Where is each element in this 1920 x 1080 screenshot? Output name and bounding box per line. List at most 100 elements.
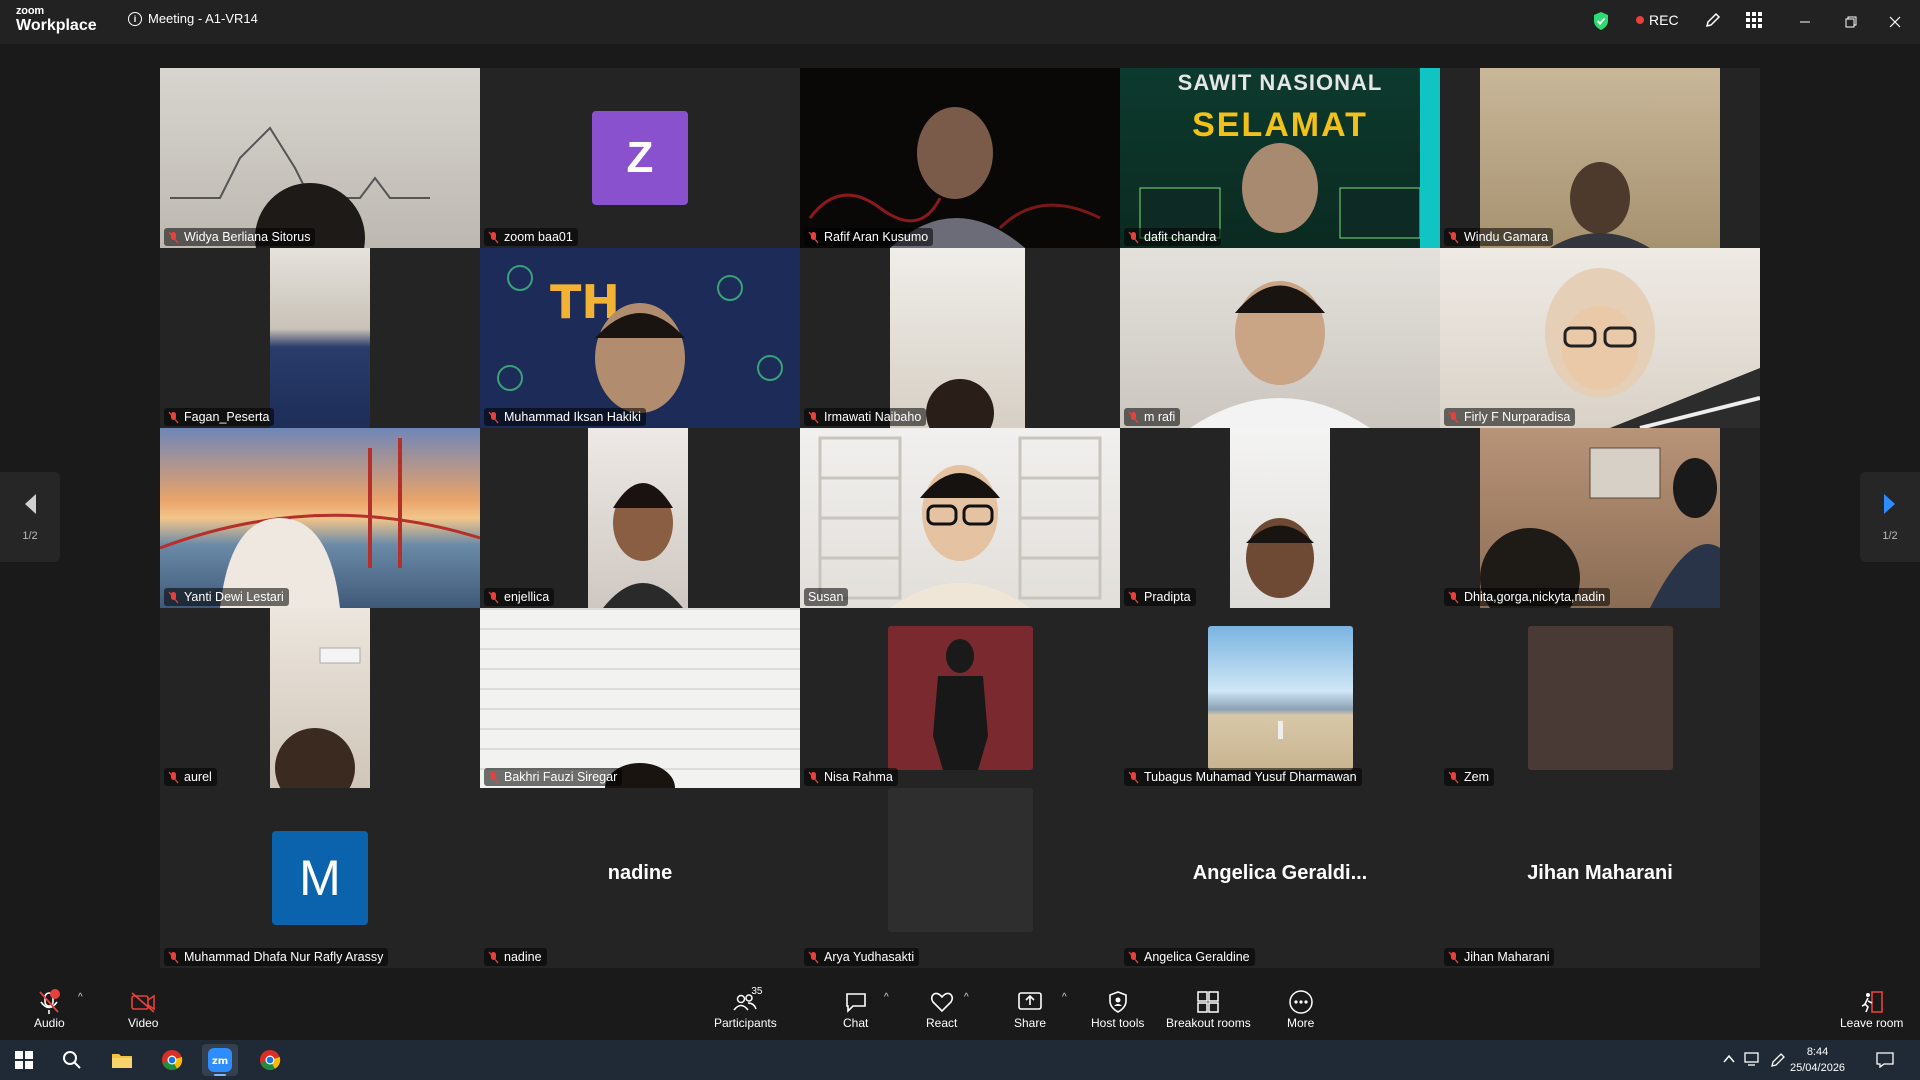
search-button[interactable] bbox=[54, 1044, 90, 1076]
participant-tile[interactable]: Pradipta bbox=[1120, 428, 1440, 608]
participant-name-label: Windu Gamara bbox=[1444, 228, 1554, 246]
participant-name-label: Arya Yudhasakti bbox=[804, 948, 920, 966]
notifications-icon[interactable] bbox=[1876, 1052, 1894, 1073]
video-feed bbox=[480, 608, 800, 788]
participant-tile[interactable]: Yanti Dewi Lestari bbox=[160, 428, 480, 608]
leave-room-button[interactable]: Leave room bbox=[1840, 988, 1903, 1030]
participant-tile[interactable]: Irmawati Naibaho bbox=[800, 248, 1120, 428]
mic-muted-icon bbox=[808, 951, 819, 964]
participant-tile[interactable]: nadine nadine bbox=[480, 788, 800, 968]
participant-tile[interactable]: aurel bbox=[160, 608, 480, 788]
participant-name-label: Widya Berliana Sitorus bbox=[164, 228, 316, 246]
participant-name-label: dafit chandra bbox=[1124, 228, 1222, 246]
mic-muted-icon bbox=[1448, 951, 1459, 964]
participant-name-label: Muhammad Dhafa Nur Rafly Arassy bbox=[164, 948, 389, 966]
audio-options-caret-icon[interactable]: ^ bbox=[78, 992, 83, 1003]
video-feed bbox=[1480, 68, 1720, 248]
participant-tile[interactable]: Arya Yudhasakti bbox=[800, 788, 1120, 968]
video-feed bbox=[270, 608, 370, 788]
security-shield-icon[interactable] bbox=[1592, 11, 1610, 36]
participant-tile[interactable]: Z zoom baa01 bbox=[480, 68, 800, 248]
participant-avatar: Z bbox=[592, 111, 688, 205]
mic-muted-icon bbox=[1448, 231, 1459, 244]
audio-button[interactable]: Audio bbox=[34, 988, 65, 1030]
brand-top: zoom bbox=[16, 5, 44, 17]
participant-tile-active-speaker[interactable]: Susan bbox=[800, 428, 1120, 608]
participant-tile[interactable]: Firly F Nurparadisa bbox=[1440, 248, 1760, 428]
participant-tile[interactable]: Jihan Maharani Jihan Maharani bbox=[1440, 788, 1760, 968]
network-icon[interactable] bbox=[1744, 1052, 1762, 1071]
mic-muted-icon bbox=[1128, 771, 1139, 784]
restore-button[interactable] bbox=[1836, 8, 1866, 36]
share-options-caret-icon[interactable]: ^ bbox=[1062, 992, 1067, 1003]
rec-dot-icon bbox=[1636, 16, 1644, 24]
react-options-caret-icon[interactable]: ^ bbox=[964, 992, 969, 1003]
previous-page-button[interactable]: 1/2 bbox=[0, 472, 60, 562]
annotate-pencil-icon[interactable] bbox=[1704, 11, 1722, 34]
clock-time: 8:44 bbox=[1806, 1046, 1829, 1058]
next-page-button[interactable]: 1/2 bbox=[1860, 472, 1920, 562]
participant-tile[interactable]: Nisa Rahma bbox=[800, 608, 1120, 788]
participant-tile[interactable]: Rafif Aran Kusumo bbox=[800, 68, 1120, 248]
mic-muted-icon bbox=[168, 591, 179, 604]
chrome-profile-button[interactable] bbox=[252, 1044, 288, 1076]
mic-muted-icon bbox=[488, 951, 499, 964]
participant-name-label: Firly F Nurparadisa bbox=[1444, 408, 1576, 426]
participant-tile[interactable]: Angelica Geraldi... Angelica Geraldine bbox=[1120, 788, 1440, 968]
apps-grid-icon[interactable] bbox=[1746, 12, 1762, 33]
participant-name-label: Yanti Dewi Lestari bbox=[164, 588, 289, 606]
tray-overflow-chevron-icon[interactable] bbox=[1722, 1052, 1736, 1071]
participant-tile[interactable]: m rafi bbox=[1120, 248, 1440, 428]
video-feed bbox=[800, 428, 1120, 608]
profile-picture bbox=[1208, 626, 1353, 770]
video-feed bbox=[890, 248, 1025, 428]
participants-count: 35 bbox=[751, 986, 763, 997]
more-button[interactable]: More bbox=[1287, 988, 1314, 1030]
mic-muted-icon bbox=[1448, 411, 1459, 424]
participant-tile[interactable]: Tubagus Muhamad Yusuf Dharmawan bbox=[1120, 608, 1440, 788]
participant-name-label: Zem bbox=[1444, 768, 1494, 786]
more-dots-icon bbox=[1288, 988, 1314, 1016]
taskbar-clock[interactable]: 8:44 25/04/2026 bbox=[1790, 1044, 1845, 1076]
participant-tile[interactable]: enjellica bbox=[480, 428, 800, 608]
participant-tile[interactable]: TH Muhammad Iksan Hakiki bbox=[480, 248, 800, 428]
participant-tile[interactable]: Bakhri Fauzi Siregar bbox=[480, 608, 800, 788]
mic-muted-icon bbox=[1128, 411, 1139, 424]
breakout-rooms-button[interactable]: Breakout rooms bbox=[1166, 988, 1251, 1030]
mic-muted-icon bbox=[488, 771, 499, 784]
share-button[interactable]: Share bbox=[1014, 988, 1046, 1030]
participant-tile[interactable]: Fagan_Peserta bbox=[160, 248, 480, 428]
video-button[interactable]: Video bbox=[128, 988, 158, 1030]
video-off-icon bbox=[130, 988, 156, 1016]
participant-name-label: aurel bbox=[164, 768, 217, 786]
chrome-icon bbox=[162, 1050, 183, 1070]
mic-muted-icon bbox=[168, 411, 179, 424]
participant-name-label: Susan bbox=[804, 588, 849, 606]
close-button[interactable] bbox=[1880, 8, 1910, 36]
zoom-app-icon: zm bbox=[208, 1048, 232, 1072]
chat-options-caret-icon[interactable]: ^ bbox=[884, 992, 889, 1003]
participant-tile[interactable]: SAWIT NASIONAL SELAMAT dafit chandra bbox=[1120, 68, 1440, 248]
minimize-button[interactable] bbox=[1790, 8, 1820, 36]
mic-muted-icon bbox=[1128, 591, 1139, 604]
windows-logo-icon bbox=[15, 1051, 33, 1069]
meeting-info-button[interactable]: i Meeting - A1-VR14 bbox=[128, 11, 258, 26]
react-button[interactable]: React bbox=[926, 988, 957, 1030]
video-feed bbox=[160, 428, 480, 608]
participant-tile[interactable]: Widya Berliana Sitorus bbox=[160, 68, 480, 248]
chrome-button[interactable] bbox=[154, 1044, 190, 1076]
recording-indicator[interactable]: REC bbox=[1636, 12, 1679, 28]
participant-tile[interactable]: M Muhammad Dhafa Nur Rafly Arassy bbox=[160, 788, 480, 968]
chat-icon bbox=[844, 988, 868, 1016]
participant-tile[interactable]: Windu Gamara bbox=[1440, 68, 1760, 248]
pen-icon[interactable] bbox=[1770, 1052, 1786, 1073]
file-explorer-button[interactable] bbox=[104, 1044, 140, 1076]
start-button[interactable] bbox=[6, 1044, 42, 1076]
participant-tile[interactable]: Dhita,gorga,nickyta,nadin bbox=[1440, 428, 1760, 608]
zoom-taskbar-button[interactable]: zm bbox=[202, 1044, 238, 1076]
chat-button[interactable]: Chat bbox=[843, 988, 868, 1030]
video-feed bbox=[800, 68, 1120, 248]
participants-button[interactable]: 35 Participants bbox=[714, 986, 777, 1030]
host-tools-button[interactable]: Host tools bbox=[1091, 988, 1144, 1030]
participant-tile[interactable]: Zem bbox=[1440, 608, 1760, 788]
